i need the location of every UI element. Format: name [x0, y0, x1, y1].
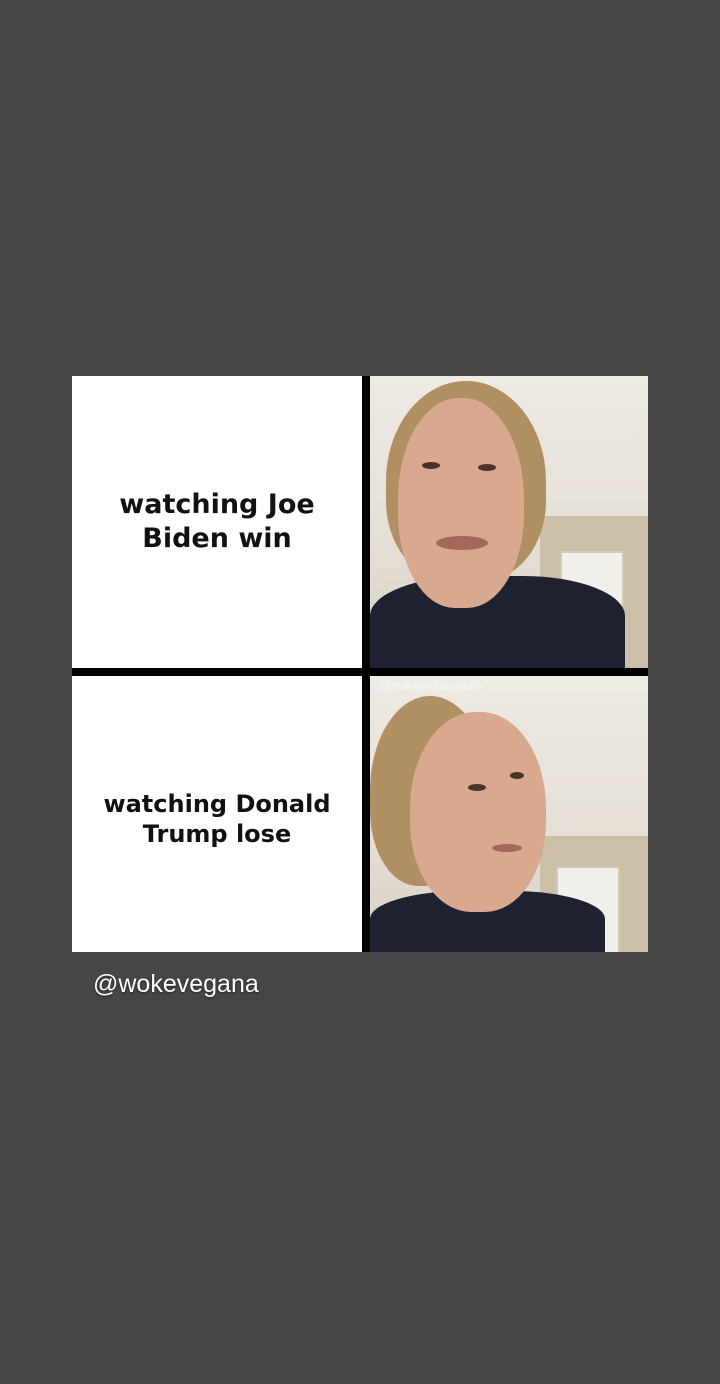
bottom-caption-panel: watching Donald Trump lose [72, 676, 362, 952]
meme-image: watching Joe Biden win watching Donald T… [72, 376, 648, 952]
bottom-photo-interested: @makegodgayagain [370, 676, 648, 952]
top-caption-panel: watching Joe Biden win [72, 376, 362, 668]
top-photo-disgusted [370, 376, 648, 668]
bottom-caption: watching Donald Trump lose [103, 790, 331, 848]
mention-sticker[interactable]: @wokevegana [93, 970, 259, 999]
top-caption: watching Joe Biden win [119, 489, 315, 554]
watermark: @makegodgayagain [380, 680, 482, 692]
